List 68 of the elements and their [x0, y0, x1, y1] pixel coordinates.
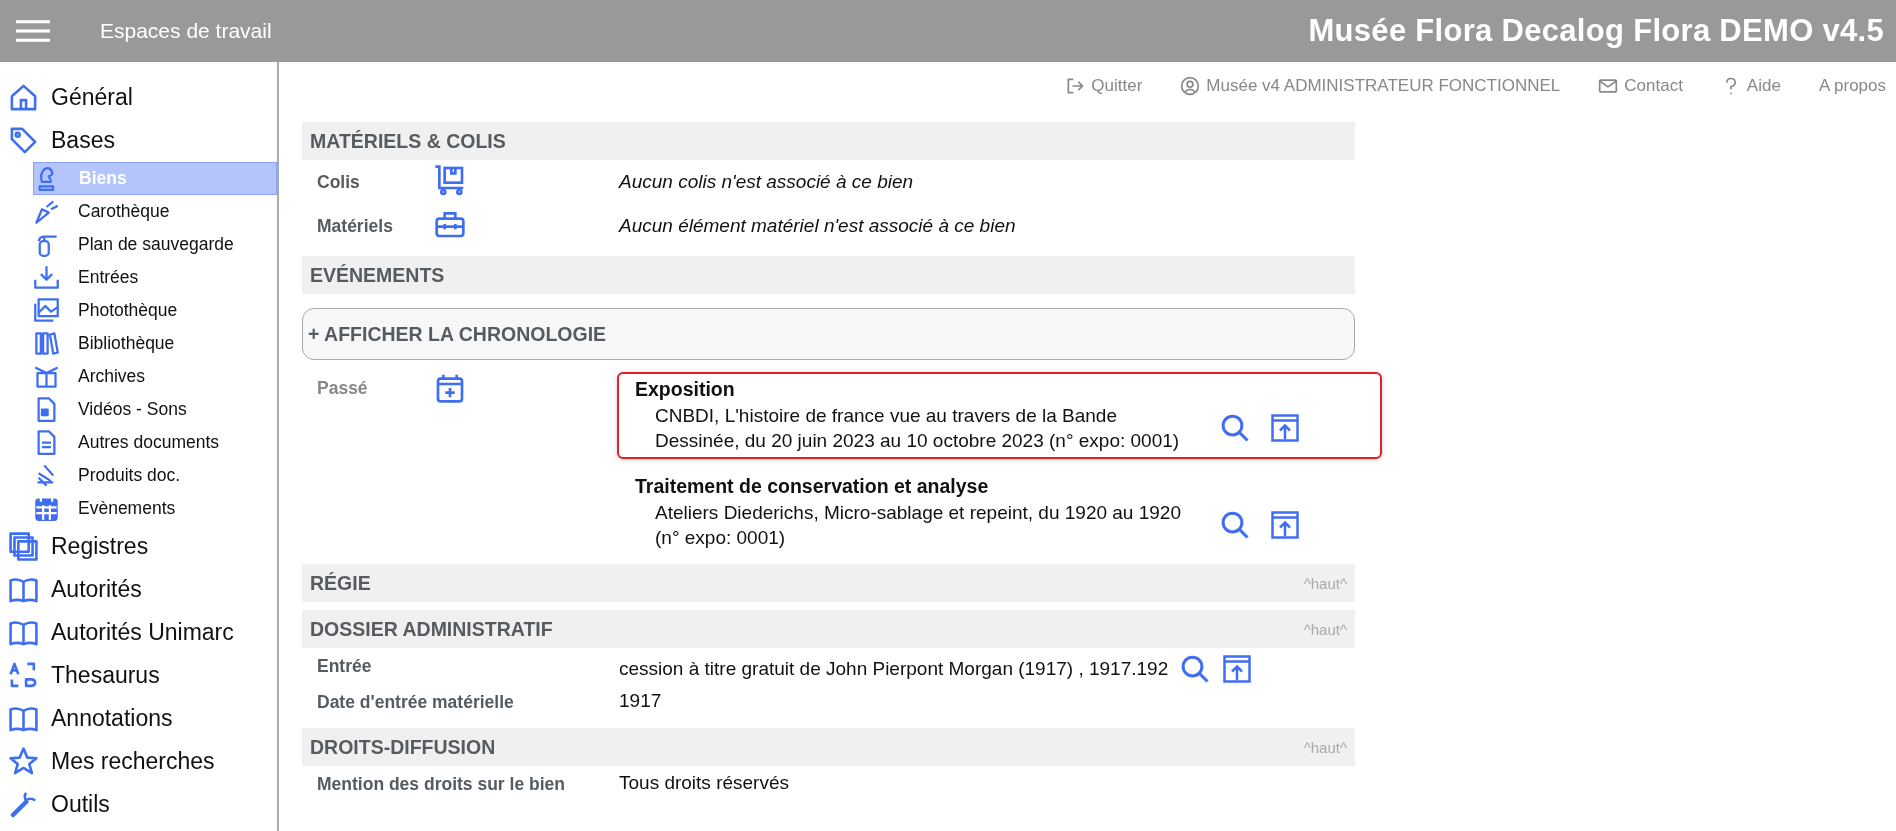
sidebar-subitem[interactable]: Entrées: [33, 261, 277, 294]
books-icon: [33, 330, 60, 357]
toolbar-link[interactable]: A propos: [1818, 76, 1886, 96]
sidebar-subitem[interactable]: Carothèque: [33, 195, 277, 228]
event-title: Traitement de conservation et analyse: [635, 475, 990, 498]
sidebar-item[interactable]: Bases: [0, 119, 277, 162]
search-icon[interactable]: [1220, 413, 1250, 443]
field-label: Passé: [317, 378, 368, 398]
star-icon: [8, 746, 39, 777]
sidebar-item[interactable]: Général: [0, 76, 277, 119]
sidebar-subitem[interactable]: Autres documents: [33, 426, 277, 459]
chronology-toggle[interactable]: + AFFICHER LA CHRONOLOGIE: [302, 308, 1355, 360]
user-icon: [1180, 76, 1201, 96]
field-label: Colis: [317, 171, 360, 192]
brush-icon: [33, 198, 60, 225]
sidebar-item[interactable]: Annotations: [0, 697, 277, 740]
sidebar-item[interactable]: Autorités: [0, 568, 277, 611]
sidebar-item[interactable]: Mes recherches: [0, 740, 277, 783]
field-label: Mention des droits sur le bien: [317, 774, 565, 794]
field-label: Entrée: [317, 656, 372, 676]
image-icon: [33, 297, 60, 324]
registres-icon: [8, 531, 39, 562]
sidebar-subitem[interactable]: Photothèque: [33, 294, 277, 327]
field-label: Matériels: [317, 215, 393, 236]
field-value: cession à titre gratuit de John Pierpont Morgan (1917) , 1917.192: [619, 658, 1169, 680]
event-title: Exposition: [635, 378, 736, 401]
section-title: DOSSIER ADMINISTRATIF: [310, 617, 553, 641]
toolbar-link[interactable]: Contact: [1598, 76, 1683, 96]
sidebar-item[interactable]: Registres: [0, 525, 277, 568]
sidebar-subitem[interactable]: Archives: [33, 360, 277, 393]
calendar-add-icon[interactable]: [434, 372, 466, 404]
search-icon[interactable]: [1180, 654, 1211, 684]
section-title: RÉGIE: [310, 571, 371, 595]
menu-icon[interactable]: [16, 17, 50, 45]
event-description: Ateliers Diederichs, Micro-sablage et repeint, du 1920 au 1920 (n° expo: 0001): [655, 501, 1182, 550]
open-window-icon[interactable]: [1270, 413, 1300, 443]
toolbar-link[interactable]: Aide: [1720, 76, 1781, 96]
sidebar-subitem[interactable]: Plan de sauvegarde: [33, 228, 277, 261]
open-window-icon[interactable]: [1270, 510, 1300, 540]
logout-icon: [1065, 76, 1086, 96]
sidebar-subitem[interactable]: Vidéos - Sons: [33, 393, 277, 426]
search-icon[interactable]: [1220, 510, 1250, 540]
tag-icon: [8, 125, 39, 156]
section-title: EVÉNEMENTS: [310, 263, 445, 287]
app-title: Musée Flora Decalog Flora DEMO v4.5: [1308, 13, 1884, 49]
wrench-icon: [8, 789, 39, 820]
cart-icon[interactable]: [434, 164, 466, 196]
toolbar-link[interactable]: Musée v4 ADMINISTRATEUR FONCTIONNEL: [1180, 76, 1561, 96]
field-value: Aucun élément matériel n'est associé à ce bien: [619, 215, 1016, 237]
sidebar-item[interactable]: Outils: [0, 783, 277, 826]
sidebar-item[interactable]: Autorités Unimarc: [0, 611, 277, 654]
cal-icon: [33, 495, 60, 522]
mail-icon: [1598, 76, 1619, 96]
home-icon: [8, 82, 39, 113]
sidebar-item[interactable]: Thesaurus: [0, 654, 277, 697]
download-icon: [33, 264, 60, 291]
section-title: DROITS-DIFFUSION: [310, 735, 496, 759]
field-value: Tous droits réservés: [619, 772, 789, 794]
open-window-icon[interactable]: [1222, 654, 1253, 684]
section-title: MATÉRIELS & COLIS: [310, 129, 506, 153]
event-description: CNBDI, L'histoire de france vue au travers de la Bande Dessinée, du 20 juin 2023 au 10 octobre 2023 (n° expo: 0001): [655, 404, 1181, 453]
toolbar-link[interactable]: Quitter: [1065, 76, 1143, 96]
sidebar-subitem[interactable]: Evènements: [33, 492, 277, 525]
field-value: 1917: [619, 690, 662, 712]
field-label: Date d'entrée matérielle: [317, 692, 514, 712]
field-value: Aucun colis n'est associé à ce bien: [619, 171, 914, 193]
sidebar-subitem[interactable]: Produits doc.: [33, 459, 277, 492]
sidebar-subitem[interactable]: Bibliothèque: [33, 327, 277, 360]
